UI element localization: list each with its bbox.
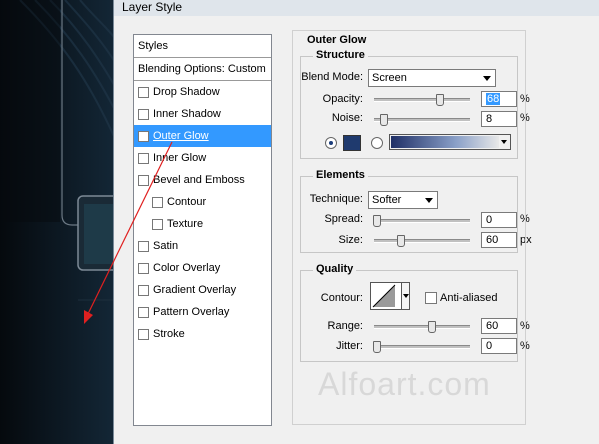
- style-item-label: Drop Shadow: [153, 86, 220, 98]
- style-checkbox[interactable]: [138, 329, 149, 340]
- style-item-label: Stroke: [153, 328, 185, 340]
- style-item-satin[interactable]: Satin: [134, 235, 271, 257]
- dialog-titlebar: Layer Style: [114, 0, 599, 16]
- style-checkbox[interactable]: [138, 109, 149, 120]
- style-checkbox[interactable]: [138, 263, 149, 274]
- watermark-text: Alfoart.com: [318, 366, 491, 402]
- styles-header[interactable]: Styles: [134, 35, 271, 58]
- canvas-background: [0, 0, 120, 444]
- style-item-label: Texture: [167, 218, 204, 230]
- styles-list: Styles Blending Options: Custom Drop Sha…: [133, 34, 272, 426]
- style-checkbox[interactable]: [138, 241, 149, 252]
- style-item-label: Bevel and Emboss: [153, 174, 245, 186]
- style-item-label: Pattern Overlay: [153, 306, 230, 318]
- style-item-stroke[interactable]: Stroke: [134, 323, 271, 345]
- style-checkbox[interactable]: [138, 285, 149, 296]
- style-checkbox[interactable]: [138, 87, 149, 98]
- style-item-pattern-overlay[interactable]: Pattern Overlay: [134, 301, 271, 323]
- style-item-label: Inner Glow: [153, 152, 207, 164]
- style-item-outer-glow[interactable]: ✓ Outer Glow: [134, 125, 271, 147]
- style-item-color-overlay[interactable]: Color Overlay: [134, 257, 271, 279]
- style-item-gradient-overlay[interactable]: Gradient Overlay: [134, 279, 271, 301]
- style-item-label: Satin: [153, 240, 179, 252]
- style-item-drop-shadow[interactable]: Drop Shadow: [134, 81, 271, 103]
- style-item-bevel-and-emboss[interactable]: Bevel and Emboss: [134, 169, 271, 191]
- dialog-title: Layer Style: [122, 0, 183, 14]
- layer-style-dialog: Layer Style Styles Blending Options: Cus…: [113, 0, 599, 444]
- style-item-label: Inner Shadow: [153, 108, 221, 120]
- style-item-label: Color Overlay: [153, 262, 221, 274]
- style-item-label: Outer Glow: [153, 130, 209, 142]
- style-item-label: Gradient Overlay: [153, 284, 237, 296]
- style-checkbox[interactable]: [138, 153, 149, 164]
- style-item-contour[interactable]: Contour: [134, 191, 271, 213]
- check-icon[interactable]: ✓: [138, 131, 149, 142]
- style-item-inner-glow[interactable]: Inner Glow: [134, 147, 271, 169]
- style-checkbox[interactable]: [152, 219, 163, 230]
- style-checkbox[interactable]: [152, 197, 163, 208]
- blending-options-item[interactable]: Blending Options: Custom: [134, 58, 271, 81]
- style-checkbox[interactable]: [138, 307, 149, 318]
- style-item-label: Contour: [167, 196, 207, 208]
- style-item-inner-shadow[interactable]: Inner Shadow: [134, 103, 271, 125]
- style-item-texture[interactable]: Texture: [134, 213, 271, 235]
- style-checkbox[interactable]: [138, 175, 149, 186]
